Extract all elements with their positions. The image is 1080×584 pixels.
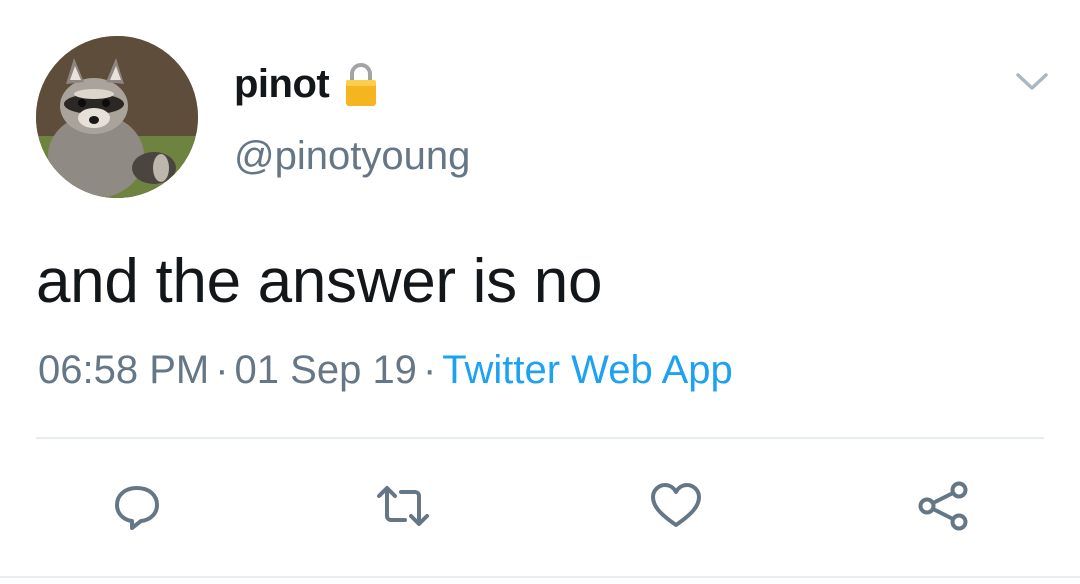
share-icon bbox=[918, 481, 968, 531]
heart-icon bbox=[651, 483, 701, 527]
raccoon-avatar-image bbox=[36, 36, 198, 198]
meta-separator: · bbox=[215, 348, 229, 392]
retweet-icon bbox=[377, 486, 429, 526]
tweet-text: and the answer is no bbox=[36, 247, 603, 316]
meta-separator: · bbox=[422, 348, 437, 392]
display-name-row: pinot bbox=[234, 58, 379, 110]
tweet-source-link[interactable]: Twitter Web App bbox=[442, 348, 733, 392]
reply-icon bbox=[115, 486, 159, 530]
tweet-card: pinot @pinotyoung and the answer is no 0… bbox=[0, 0, 1080, 584]
tweet-date[interactable]: 01 Sep 19 bbox=[235, 348, 417, 392]
lock-icon bbox=[346, 63, 377, 106]
avatar[interactable] bbox=[36, 36, 198, 198]
display-name[interactable]: pinot bbox=[234, 62, 330, 107]
divider bbox=[36, 437, 1044, 439]
user-handle[interactable]: @pinotyoung bbox=[234, 134, 470, 179]
share-button[interactable] bbox=[913, 476, 973, 536]
tweet-meta: 06:58 PM · 01 Sep 19 · Twitter Web App bbox=[38, 348, 733, 393]
chevron-down-icon[interactable] bbox=[1012, 66, 1052, 98]
reply-button[interactable] bbox=[107, 476, 167, 536]
retweet-button[interactable] bbox=[373, 476, 433, 536]
bottom-divider bbox=[0, 576, 1080, 578]
tweet-time[interactable]: 06:58 PM bbox=[38, 348, 209, 392]
like-button[interactable] bbox=[646, 476, 706, 536]
